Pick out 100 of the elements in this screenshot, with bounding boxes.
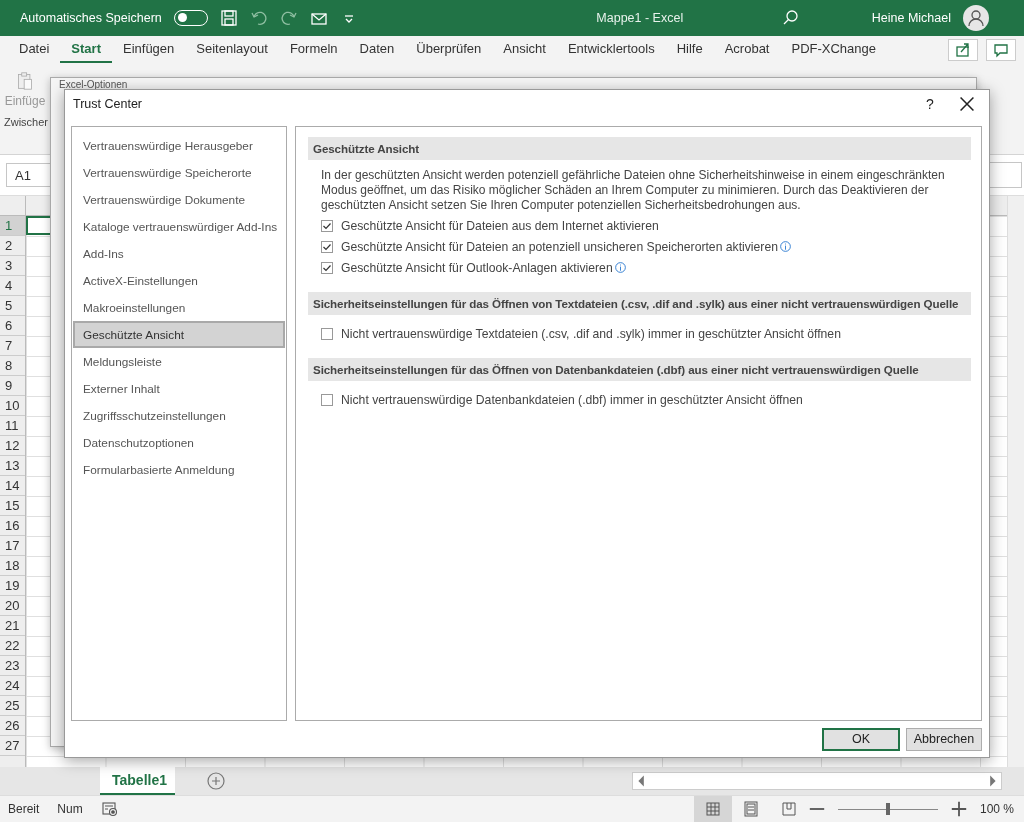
row-header[interactable]: 25	[0, 696, 25, 716]
user-name: Heine Michael	[871, 11, 951, 25]
ribbon-tab[interactable]: PDF-XChange	[780, 37, 888, 63]
checkbox-label[interactable]: Geschützte Ansicht für Dateien an potenziell unsicheren Speicherorten aktivieren	[341, 239, 778, 254]
ribbon-tab[interactable]: Einfügen	[112, 37, 186, 63]
clipboard-icon[interactable]	[16, 72, 34, 90]
dialog-title: Excel-Optionen	[58, 78, 129, 90]
category-item[interactable]: Meldungsleiste	[73, 348, 285, 375]
redo-icon[interactable]	[279, 9, 298, 27]
row-header[interactable]: 13	[0, 456, 25, 476]
window-title: Mappe1 - Excel	[595, 11, 685, 25]
ribbon-tab[interactable]: Überprüfen	[405, 37, 493, 63]
checkbox[interactable]	[321, 240, 333, 253]
row-header[interactable]: 24	[0, 676, 25, 696]
category-item[interactable]: Formularbasierte Anmeldung	[73, 456, 285, 483]
category-item[interactable]: Vertrauenswürdige Dokumente	[73, 186, 285, 213]
category-item[interactable]: Externer Inhalt	[73, 375, 285, 402]
comment-icon	[992, 41, 1010, 59]
ribbon-tab[interactable]: Seitenlayout	[185, 37, 279, 63]
row-header[interactable]: 27	[0, 736, 25, 756]
close-icon	[958, 95, 976, 113]
add-sheet-icon[interactable]	[207, 772, 225, 790]
row-header[interactable]: 12	[0, 436, 25, 456]
ribbon-tab[interactable]: Acrobat	[713, 37, 781, 63]
checkbox[interactable]	[321, 327, 333, 340]
zoom-in-icon[interactable]	[949, 800, 968, 818]
category-item[interactable]: Geschützte Ansicht	[73, 321, 285, 348]
share-icon	[954, 41, 972, 59]
grid-icon	[703, 800, 722, 818]
row-header[interactable]: 4	[0, 276, 25, 296]
ribbon-group-label: Zwischer	[3, 115, 49, 128]
row-header[interactable]: 23	[0, 656, 25, 676]
page-icon	[741, 800, 760, 818]
row-header[interactable]: 19	[0, 576, 25, 596]
category-item[interactable]: Zugriffsschutzeinstellungen	[73, 402, 285, 429]
num-lock-indicator: Num	[57, 802, 83, 816]
checkbox-label[interactable]: Nicht vertrauenswürdige Textdateien (.csv, .dif and .sylk) immer in geschützter Ansicht öffnen	[341, 326, 841, 341]
status-mode: Bereit	[8, 802, 40, 816]
row-header[interactable]: 17	[0, 536, 25, 556]
row-header[interactable]: 7	[0, 336, 25, 356]
row-header[interactable]: 10	[0, 396, 25, 416]
row-header[interactable]: 6	[0, 316, 25, 336]
row-header[interactable]: 15	[0, 496, 25, 516]
ribbon-tab[interactable]: Hilfe	[665, 37, 714, 63]
section-description: In der geschützten Ansicht werden potenziell gefährliche Dateien ohne Sicherheitshinweise in einem eingeschränkten Modus geöffnet, um das Risiko möglicher Schäden an Ihrem Computer zu minimieren. Durch das Deaktivieren der geschützten Ansicht setzen Sie Ihren Computer potenziellen Sicherheitsbedrohungen aus.	[321, 168, 946, 213]
section-heading: Sicherheitseinstellungen für das Öffnen von Datenbankdateien (.dbf) aus einer nicht vertrauenswürdigen Quelle	[308, 358, 971, 381]
ok-button[interactable]: OK	[822, 727, 900, 751]
checkbox-label[interactable]: Nicht vertrauenswürdige Datenbankdateien (.dbf) immer in geschützter Ansicht öffnen	[341, 392, 803, 407]
row-header[interactable]: 3	[0, 256, 25, 276]
dialog-title: Trust Center	[73, 97, 143, 111]
category-item[interactable]: Makroeinstellungen	[73, 294, 285, 321]
row-header[interactable]: 18	[0, 556, 25, 576]
horizontal-scrollbar[interactable]	[632, 772, 1002, 790]
row-header[interactable]: 1	[0, 216, 25, 236]
zoom-level[interactable]: 100 %	[967, 802, 1024, 816]
info-icon[interactable]	[780, 241, 791, 252]
section-heading: Sicherheitseinstellungen für das Öffnen von Textdateien (.csv, .dif and .sylk) aus einer nicht vertrauenswürdigen Quelle	[308, 292, 971, 315]
row-header[interactable]: 14	[0, 476, 25, 496]
avatar-icon[interactable]	[962, 5, 989, 31]
view-button[interactable]	[693, 796, 732, 822]
row-header[interactable]: 2	[0, 236, 25, 256]
row-header[interactable]: 9	[0, 376, 25, 396]
undo-icon[interactable]	[249, 9, 268, 27]
cancel-button[interactable]: Abbrechen	[906, 727, 982, 751]
comments-button[interactable]	[986, 39, 1016, 61]
accessibility-icon[interactable]	[100, 800, 119, 818]
sheet-tab[interactable]: Tabelle1	[100, 767, 175, 795]
checkbox-label[interactable]: Geschützte Ansicht für Outlook-Anlagen aktivieren	[341, 260, 613, 275]
checkbox[interactable]	[321, 261, 333, 274]
row-header[interactable]: 22	[0, 636, 25, 656]
ribbon-tab[interactable]: Formeln	[278, 37, 349, 63]
ribbon-tab[interactable]: Daten	[348, 37, 406, 63]
ribbon-tab[interactable]: Ansicht	[492, 37, 557, 63]
help-button[interactable]: ?	[915, 95, 945, 113]
row-header[interactable]: 11	[0, 416, 25, 436]
info-icon[interactable]	[614, 262, 626, 273]
category-item[interactable]: Datenschutzoptionen	[73, 429, 285, 456]
category-item[interactable]: Vertrauenswürdige Herausgeber	[73, 132, 285, 159]
search-icon[interactable]	[781, 9, 800, 27]
row-header[interactable]: 8	[0, 356, 25, 376]
category-item[interactable]: Kataloge vertrauenswürdiger Add-Ins	[73, 213, 285, 240]
row-header[interactable]: 16	[0, 516, 25, 536]
category-item[interactable]: Add-Ins	[73, 240, 285, 267]
row-header[interactable]: 20	[0, 596, 25, 616]
category-item[interactable]: ActiveX-Einstellungen	[73, 267, 285, 294]
category-item[interactable]: Vertrauenswürdige Speicherorte	[73, 159, 285, 186]
zoom-slider-thumb[interactable]	[885, 803, 890, 815]
autosave-label: Automatisches Speichern	[20, 11, 162, 25]
row-header[interactable]: 21	[0, 616, 25, 636]
page-break-icon	[779, 800, 798, 818]
checkbox[interactable]	[321, 393, 333, 406]
vertical-scrollbar[interactable]	[1007, 196, 1024, 767]
checkbox[interactable]	[321, 219, 333, 232]
row-header[interactable]: 5	[0, 296, 25, 316]
row-header[interactable]: 26	[0, 716, 25, 736]
ribbon-tab[interactable]: Entwicklertools	[556, 37, 666, 63]
checkbox-label[interactable]: Geschützte Ansicht für Dateien aus dem Internet aktivieren	[341, 218, 659, 233]
save-icon[interactable]	[219, 9, 238, 27]
ribbon-tab[interactable]: Datei	[8, 37, 61, 63]
share-button[interactable]	[948, 39, 978, 61]
